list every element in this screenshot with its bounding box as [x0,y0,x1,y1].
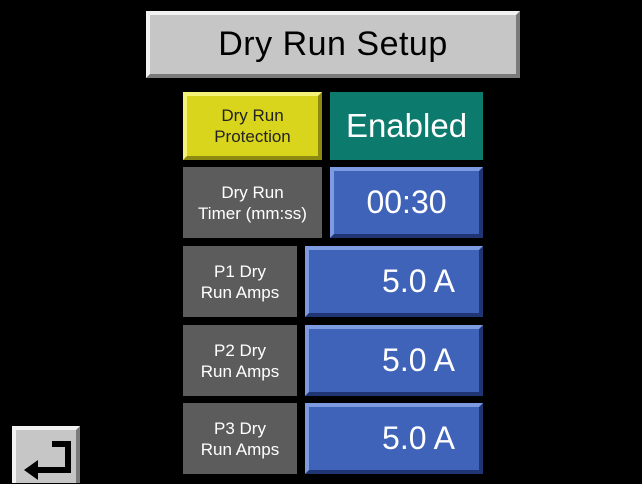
dry-run-setup-screen: Dry Run Setup Dry Run Protection Enabled… [0,0,642,483]
dry-run-protection-label-line2: Protection [214,127,291,146]
dry-run-protection-button[interactable]: Dry Run Protection [183,92,322,160]
p1-dry-run-amps-value: 5.0 A [382,263,455,299]
dry-run-protection-label-line1: Dry Run [221,106,284,125]
p2-dry-run-amps-label-line2: Run Amps [200,361,280,381]
p3-dry-run-amps-value: 5.0 A [382,420,455,456]
p1-dry-run-amps-label-line2: Run Amps [200,282,280,302]
dry-run-timer-label-line2: Timer (mm:ss) [198,203,307,223]
p3-dry-run-amps-label-line2: Run Amps [200,439,280,459]
dry-run-timer-label: Dry Run Timer (mm:ss) [183,167,322,238]
p1-dry-run-amps-label-line1: P1 Dry [214,261,266,281]
p1-dry-run-amps-button[interactable]: 5.0 A [305,246,483,317]
dry-run-timer-label-line1: Dry Run [221,182,284,202]
page-title-panel: Dry Run Setup [146,11,520,78]
p2-dry-run-amps-label: P2 Dry Run Amps [183,325,297,396]
p3-dry-run-amps-label-line1: P3 Dry [214,418,266,438]
p2-dry-run-amps-label-line1: P2 Dry [214,340,266,360]
dry-run-protection-value: Enabled [345,107,468,144]
p2-dry-run-amps-value: 5.0 A [382,342,455,378]
dry-run-timer-value: 00:30 [366,184,447,220]
dry-run-protection-status: Enabled [330,92,483,160]
dry-run-timer-value-button[interactable]: 00:30 [330,167,483,238]
return-arrow-icon [24,441,71,480]
p1-dry-run-amps-label: P1 Dry Run Amps [183,246,297,317]
back-button[interactable] [12,426,80,483]
page-title: Dry Run Setup [218,25,448,63]
p3-dry-run-amps-button[interactable]: 5.0 A [305,403,483,474]
p2-dry-run-amps-button[interactable]: 5.0 A [305,325,483,396]
p3-dry-run-amps-label: P3 Dry Run Amps [183,403,297,474]
